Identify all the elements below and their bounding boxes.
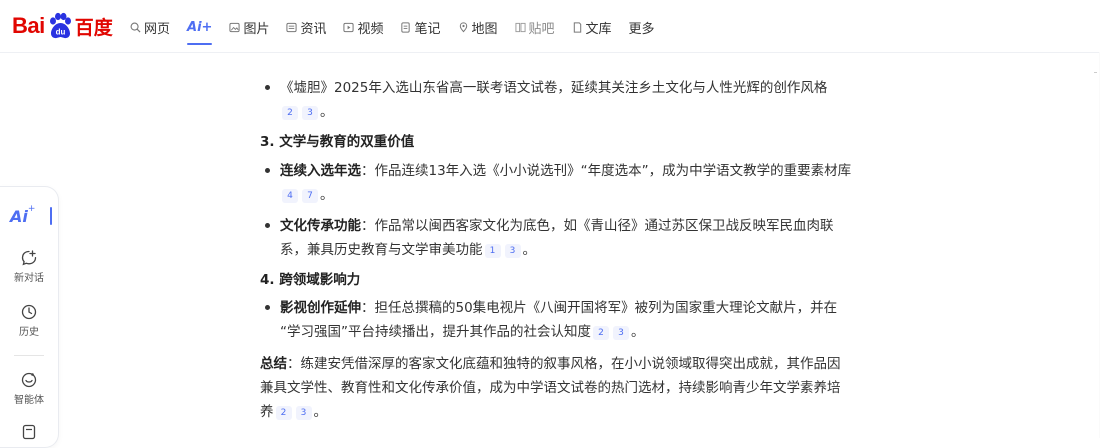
citation-badge[interactable]: 3 [295,406,312,420]
news-icon [286,22,298,32]
section-heading: 3. 文学与教育的双重价值 [260,134,415,150]
punct: 。 [631,324,645,340]
nav-label: Ai+ [187,19,213,35]
list-item: 影视创作延伸：担任总撰稿的50集电视片《八闽开国将军》被列为国家重大理论文献片，… [265,296,900,344]
citation-badge[interactable]: 2 [593,326,609,340]
ai-logo-text: Ai [10,206,28,226]
list-item-title: 文化传承功能 [280,218,361,234]
sidebar-item-new-chat[interactable]: 新对话 [0,249,58,284]
citation-badge[interactable]: 2 [282,106,298,120]
top-header: Bai du 百度 网页 Ai+ 图片 资讯 视频 笔记 地图 贴吧 文库 更多 [0,0,1100,53]
sidebar-item-history[interactable]: 历史 [0,303,58,338]
agent-icon [21,372,37,388]
history-icon [21,304,37,320]
active-indicator [50,207,52,225]
punct: 。 [320,104,334,120]
punct: 。 [522,242,537,258]
list-item-text: 系，兼具历史教育与文学审美功能 [280,242,483,258]
list-item: 《墟胆》2025年入选山东省高一联考语文试卷，延续其关注乡土文化与人性光辉的创作… [265,76,900,124]
sidebar-item-agent[interactable]: 智能体 [0,371,58,406]
nav-label: 更多 [628,21,655,37]
list-item-text: ：作品常以闽西客家文化为底色，如《青山径》通过苏区保卫战反映军民血肉联 [361,218,834,234]
logo-text-left: Bai [12,13,45,38]
nav-label: 图片 [243,21,270,37]
list-item-title: 连续入选年选 [280,163,361,179]
summary-text: 兼具文学性、教育性和文化传承价值，成为中学语文试卷的热门选材，持续影响青少年文学… [260,380,841,396]
citation-badge[interactable]: 3 [302,106,318,120]
nav-item-video[interactable]: 视频 [343,16,383,38]
sidebar-divider [14,355,44,356]
list-item-text: ：作品连续13年入选《小小说选刊》“年度选本”，成为中学语文教学的重要素材库 [361,163,852,179]
tieba-icon [514,22,526,32]
summary-paragraph: 总结：练建安凭借深厚的客家文化底蕴和独特的叙事风格，在小小说领域取得突出成就，其… [260,352,900,424]
note-icon [401,21,411,33]
citation-badge[interactable]: 3 [504,244,521,258]
nav-item-web[interactable]: 网页 [130,16,170,38]
ai-logo-star: + [27,204,36,214]
list-item-text: 《墟胆》2025年入选山东省高一联考语文试卷，延续其关注乡土文化与人性光辉的创作… [280,80,828,96]
image-icon [229,22,241,32]
nav-item-ai[interactable]: Ai+ [187,16,213,45]
sidebar-item-label: 智能体 [14,395,44,406]
baidu-logo[interactable]: Bai du 百度 [12,12,113,40]
nav-item-tieba[interactable]: 贴吧 [514,16,555,38]
section-heading: 4. 跨领域影响力 [260,272,361,288]
baidu-paw-icon: du [49,12,71,39]
map-icon [459,21,467,32]
doc-icon [573,21,581,33]
bullet-dot [265,223,270,228]
summary-title: 总结 [260,356,287,372]
bullet-dot [265,85,270,90]
punct: 。 [313,404,328,420]
sidebar-item-label: 新对话 [14,273,44,284]
nav-label: 地图 [471,21,498,37]
list-item-text: “学习强国”平台持续播出，提升其作品的社会认知度 [280,324,591,340]
sidebar-ai-button[interactable]: Ai + [10,201,52,231]
logo-text-paw: du [55,28,65,37]
nav-item-news[interactable]: 资讯 [286,16,326,38]
list-item: 文化传承功能：作品常以闽西客家文化为底色，如《青山径》通过苏区保卫战反映军民血肉… [265,214,900,262]
document-icon [22,424,36,440]
bullet-dot [265,168,270,173]
nav-label: 贴吧 [528,21,555,37]
nav-label: 网页 [144,21,171,37]
nav-label: 文库 [585,21,612,37]
sidebar-item-more[interactable] [0,423,58,441]
search-icon [130,22,141,33]
nav-label: 笔记 [414,21,441,37]
punct: 。 [320,187,334,203]
citation-badge[interactable]: 3 [613,326,629,340]
nav-item-notes[interactable]: 笔记 [400,16,441,38]
citation-badge[interactable]: 2 [275,406,292,420]
summary-text: 养 [260,404,274,420]
logo-text-right: 百度 [74,16,113,39]
bullet-dot [265,305,270,310]
nav-item-images[interactable]: 图片 [229,16,269,38]
citation-badge[interactable]: 1 [484,244,501,258]
top-nav: 网页 Ai+ 图片 资讯 视频 笔记 地图 贴吧 文库 更多 [130,16,672,45]
summary-text: ：练建安凭借深厚的客家文化底蕴和独特的叙事风格，在小小说领域取得突出成就，其作品… [287,356,841,372]
scrollbar-mark[interactable] [1094,72,1097,73]
new-chat-icon [21,250,37,266]
nav-item-map[interactable]: 地图 [458,16,498,38]
nav-label: 资讯 [300,21,327,37]
sidebar-item-label: 历史 [19,327,39,338]
video-icon [343,22,355,32]
nav-item-wenku[interactable]: 文库 [572,16,612,38]
nav-item-more[interactable]: 更多 [629,16,655,38]
citation-badge[interactable]: 7 [302,189,318,203]
list-item-title: 影视创作延伸 [280,300,361,316]
list-item-text: ：担任总撰稿的50集电视片《八闽开国将军》被列为国家重大理论文献片，并在 [361,300,838,316]
left-sidebar: Ai + 新对话 历史 智能体 [0,186,59,448]
nav-label: 视频 [357,21,384,37]
citation-badge[interactable]: 4 [282,189,298,203]
list-item: 连续入选年选：作品连续13年入选《小小说选刊》“年度选本”，成为中学语文教学的重… [265,159,900,207]
